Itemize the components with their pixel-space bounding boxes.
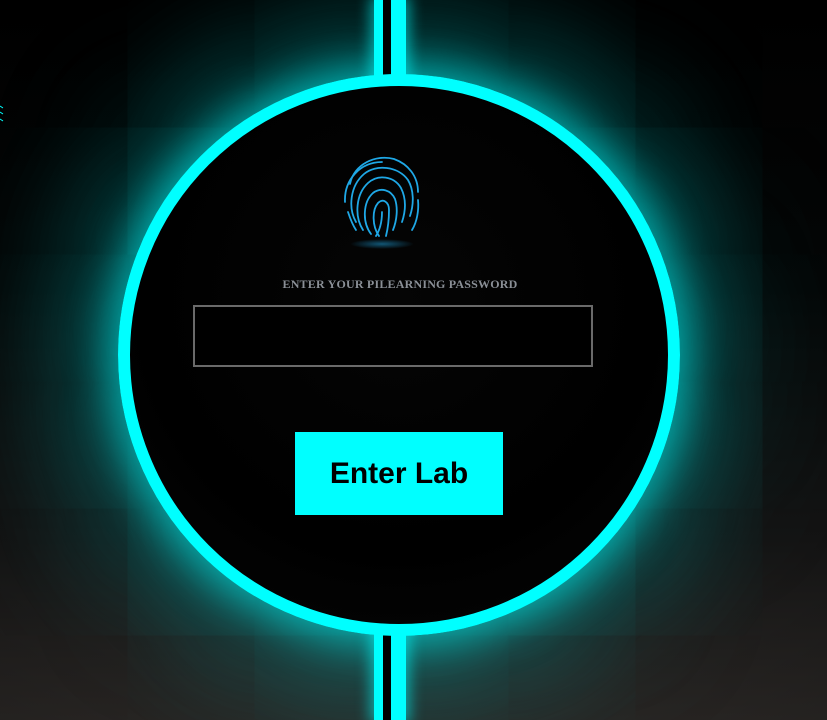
fingerprint-icon [344,156,420,249]
password-label: ENTER YOUR PILEARNING PASSWORD [282,277,518,291]
password-input[interactable] [193,305,593,367]
edge-fragment-icon [0,105,4,122]
enter-lab-button[interactable]: Enter Lab [295,432,503,515]
